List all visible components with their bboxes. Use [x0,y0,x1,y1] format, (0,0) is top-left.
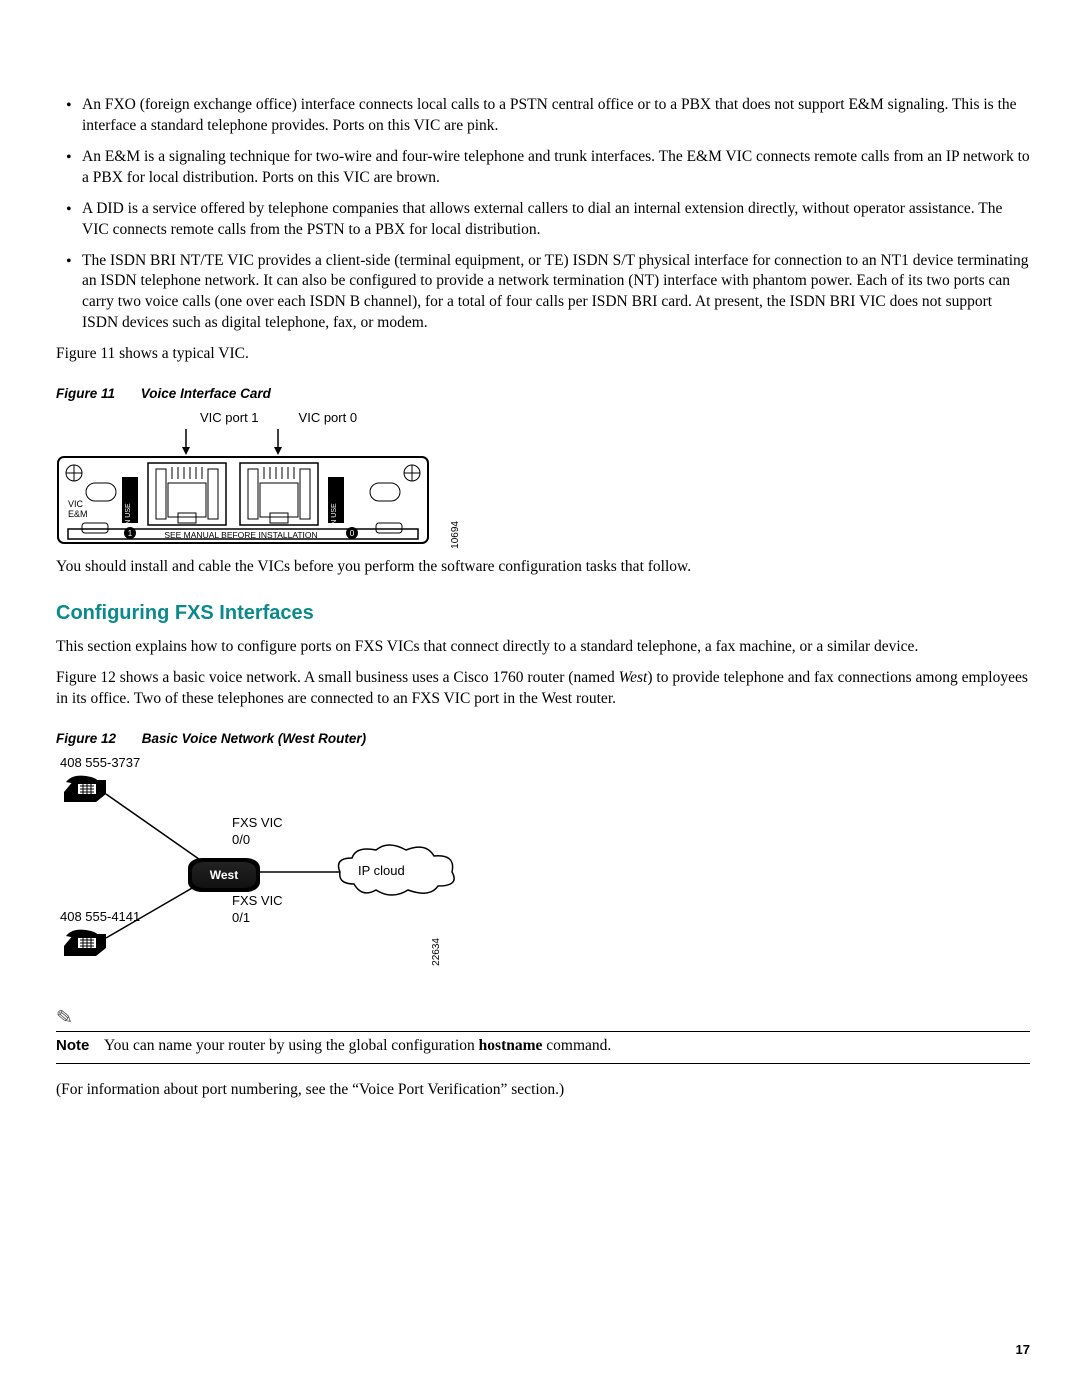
router-label: West [210,867,238,883]
fxs-intro-paragraph: This section explains how to configure p… [56,637,1030,658]
figure11-reference: Figure 11 shows a typical VIC. [56,344,1030,365]
figure12-title: Basic Voice Network (West Router) [142,731,366,746]
figure11-caption: Figure 11 Voice Interface Card [56,385,1030,403]
figure11-diagram: VIC port 1 VIC port 0 [56,409,1030,549]
bullet-did: A DID is a service offered by telephone … [82,199,1030,241]
note-block: ✎ Note You can name your router by using… [56,1006,1030,1064]
figure12-caption: Figure 12 Basic Voice Network (West Rout… [56,730,1030,748]
svg-text:E&M: E&M [68,509,88,519]
figure11-title: Voice Interface Card [141,386,271,401]
note-text: You can name your router by using the gl… [104,1036,1030,1057]
bullet-em: An E&M is a signaling technique for two-… [82,147,1030,189]
port-numbering-paragraph: (For information about port numbering, s… [56,1080,1030,1101]
bullet-fxo: An FXO (foreign exchange office) interfa… [82,95,1030,137]
fxs-vic-01-label: FXS VIC 0/1 [232,892,283,927]
svg-text:IN USE: IN USE [331,503,338,527]
page-number: 17 [1016,1341,1030,1359]
fxs-vic-00-label: FXS VIC 0/0 [232,814,283,849]
router-icon: West [188,858,260,892]
figure12-diagram: 408 555-3737 408 555-4141 [56,754,476,984]
note-pencil-icon: ✎ [56,1007,74,1028]
bullet-isdn: The ISDN BRI NT/TE VIC provides a client… [82,251,1030,335]
figure12-number: Figure 12 [56,731,116,746]
cloud-label: IP cloud [358,862,405,880]
svg-text:IN USE: IN USE [125,503,132,527]
note-label: Note [56,1036,104,1056]
svg-text:1: 1 [128,529,133,538]
vic-port0-label: VIC port 0 [299,409,358,427]
figure12-drawing-id: 22634 [430,938,444,966]
svg-text:SEE MANUAL BEFORE INSTALLATION: SEE MANUAL BEFORE INSTALLATION [164,530,317,540]
vic-types-list: An FXO (foreign exchange office) interfa… [56,95,1030,334]
install-cable-paragraph: You should install and cable the VICs be… [56,557,1030,578]
figure11-number: Figure 11 [56,386,115,401]
figure11-drawing-id: 10694 [449,521,463,549]
figure12-reference: Figure 12 shows a basic voice network. A… [56,668,1030,710]
section-configuring-fxs: Configuring FXS Interfaces [56,600,1030,627]
svg-text:0: 0 [350,529,355,538]
vic-card-icon: IN USE IN USE [56,429,446,549]
svg-text:VIC: VIC [68,499,84,509]
vic-port1-label: VIC port 1 [200,409,259,427]
